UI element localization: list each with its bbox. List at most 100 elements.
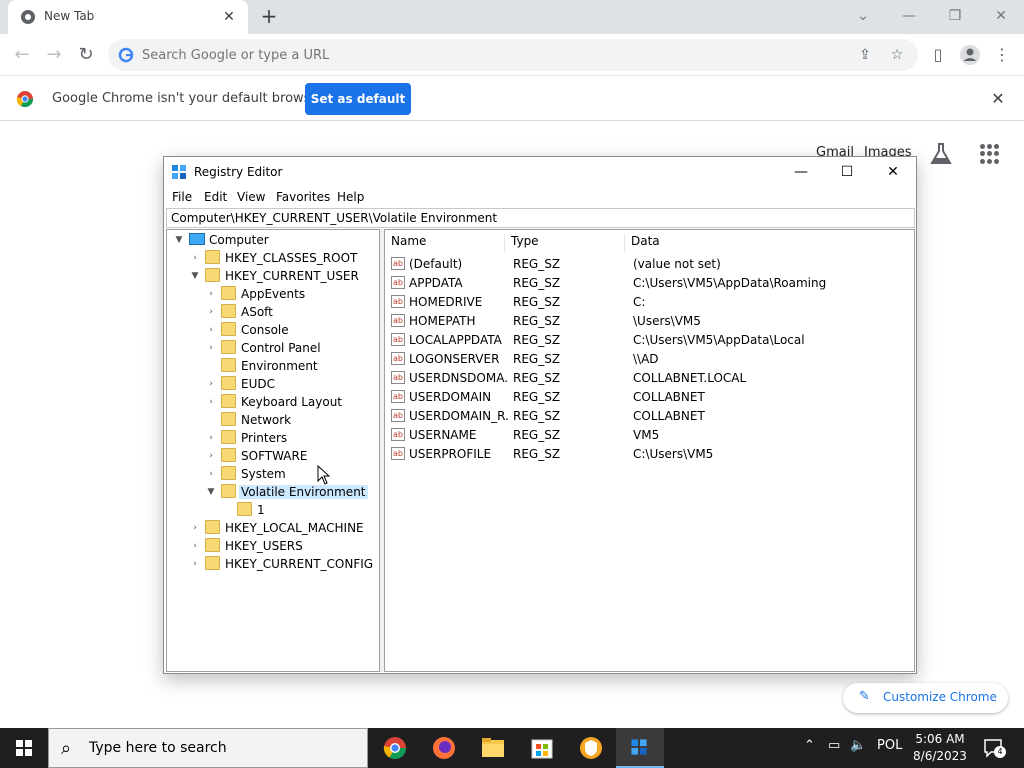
chevron-right-icon[interactable]: › <box>205 377 217 391</box>
menu-view[interactable]: View <box>237 190 265 204</box>
table-row[interactable]: ab LOCALAPPDATA REG_SZ C:\Users\VM5\AppD… <box>385 331 914 350</box>
chevron-right-icon[interactable]: › <box>189 557 201 571</box>
taskbar-search-box[interactable]: ⌕ Type here to search <box>48 728 368 768</box>
set-as-default-button[interactable]: Set as default <box>305 83 411 115</box>
taskbar-firefox-icon[interactable] <box>420 728 468 768</box>
chevron-right-icon[interactable]: › <box>189 539 201 553</box>
taskbar: ⌕ Type here to search ⌃ ▭ 🔈 POL 5:06 AM … <box>0 728 1024 768</box>
forward-icon[interactable]: → <box>42 43 66 67</box>
taskbar-store-icon[interactable] <box>518 728 566 768</box>
column-header-type[interactable]: Type <box>505 234 625 252</box>
close-window-button[interactable]: ✕ <box>981 4 1021 28</box>
string-value-icon: ab <box>391 390 405 403</box>
chevron-right-icon[interactable]: › <box>205 449 217 463</box>
table-row[interactable]: ab USERDOMAIN_R... REG_SZ COLLABNET <box>385 407 914 426</box>
table-row[interactable]: ab USERNAME REG_SZ VM5 <box>385 426 914 445</box>
chevron-right-icon[interactable]: › <box>205 287 217 301</box>
new-tab-button[interactable]: + <box>258 6 280 28</box>
show-hidden-icons-chevron-icon[interactable]: ⌃ <box>804 738 815 753</box>
table-row[interactable]: ab USERDOMAIN REG_SZ COLLABNET <box>385 388 914 407</box>
side-panel-icon[interactable]: ▯ <box>926 43 950 67</box>
string-value-icon: ab <box>391 257 405 270</box>
reg-titlebar[interactable]: Registry Editor — ☐ ✕ <box>164 157 916 187</box>
reg-window-title: Registry Editor <box>194 165 283 179</box>
menu-help[interactable]: Help <box>337 190 364 204</box>
taskbar-chrome-icon[interactable] <box>371 728 419 768</box>
folder-icon <box>205 250 220 264</box>
close-icon[interactable]: ✕ <box>218 6 240 28</box>
chrome-icon <box>21 10 35 24</box>
apps-grid-icon[interactable] <box>980 144 1000 164</box>
registry-editor-icon <box>172 165 186 179</box>
folder-icon <box>205 556 220 570</box>
table-row[interactable]: ab USERPROFILE REG_SZ C:\Users\VM5 <box>385 445 914 464</box>
registry-tree: ▼ Computer › HKEY_CLASSES_ROOT ▼ HKEY_CU… <box>166 229 380 672</box>
omnibox-input[interactable] <box>142 45 842 65</box>
google-icon <box>118 47 134 63</box>
folder-icon <box>221 430 236 444</box>
chevron-right-icon[interactable]: › <box>189 251 201 265</box>
chevron-right-icon[interactable]: › <box>205 395 217 409</box>
search-icon: ⌕ <box>61 738 72 759</box>
volume-icon[interactable]: 🔈 <box>850 738 866 753</box>
reg-close-button[interactable]: ✕ <box>870 157 916 187</box>
column-header-data[interactable]: Data <box>625 234 905 252</box>
close-icon[interactable]: ✕ <box>988 89 1008 109</box>
chevron-right-icon[interactable]: › <box>189 521 201 535</box>
chevron-down-icon[interactable]: ▼ <box>173 233 185 247</box>
chevron-down-icon[interactable]: ▼ <box>189 269 201 283</box>
reg-minimize-button[interactable]: — <box>778 157 824 187</box>
network-icon[interactable]: ▭ <box>828 738 840 753</box>
notification-center-icon[interactable]: 4 <box>982 736 1006 760</box>
computer-icon <box>189 233 205 245</box>
tab-search-icon[interactable]: ⌄ <box>843 4 883 28</box>
chevron-right-icon[interactable]: › <box>205 341 217 355</box>
folder-icon <box>237 502 252 516</box>
table-row[interactable]: ab LOGONSERVER REG_SZ \\AD <box>385 350 914 369</box>
windows-start-icon[interactable] <box>0 728 48 768</box>
menu-favorites[interactable]: Favorites <box>276 190 330 204</box>
tab-new-tab[interactable]: New Tab ✕ <box>8 0 248 34</box>
column-header-name[interactable]: Name <box>385 234 505 252</box>
minimize-button[interactable]: — <box>889 4 929 28</box>
labs-flask-icon[interactable] <box>930 142 952 166</box>
tab-title: New Tab <box>44 9 95 23</box>
reload-icon[interactable]: ↻ <box>74 43 98 67</box>
omnibox[interactable]: ⇪ ☆ <box>108 39 918 71</box>
chevron-down-icon[interactable]: ▼ <box>205 485 217 499</box>
taskbar-file-explorer-icon[interactable] <box>469 728 517 768</box>
restore-button[interactable]: ❐ <box>935 4 975 28</box>
table-row[interactable]: ab (Default) REG_SZ (value not set) <box>385 255 914 274</box>
folder-icon <box>221 448 236 462</box>
share-icon[interactable]: ⇪ <box>856 46 874 64</box>
taskbar-vpn-icon[interactable] <box>567 728 615 768</box>
folder-icon <box>221 466 236 480</box>
table-row[interactable]: ab APPDATA REG_SZ C:\Users\VM5\AppData\R… <box>385 274 914 293</box>
browser-toolbar: ← → ↻ ⇪ ☆ ▯ ⋮ <box>0 34 1024 76</box>
menu-file[interactable]: File <box>172 190 192 204</box>
folder-icon <box>221 340 236 354</box>
reg-address-bar[interactable]: Computer\HKEY_CURRENT_USER\Volatile Envi… <box>166 208 915 228</box>
string-value-icon: ab <box>391 314 405 327</box>
customize-chrome-button[interactable]: ✎ Customize Chrome <box>843 683 1008 713</box>
table-row[interactable]: ab HOMEPATH REG_SZ \Users\VM5 <box>385 312 914 331</box>
menu-edit[interactable]: Edit <box>204 190 227 204</box>
chevron-right-icon[interactable]: › <box>205 467 217 481</box>
table-row[interactable]: ab HOMEDRIVE REG_SZ C: <box>385 293 914 312</box>
folder-icon <box>221 304 236 318</box>
chevron-right-icon[interactable]: › <box>205 323 217 337</box>
taskbar-clock[interactable]: 5:06 AM 8/6/2023 <box>908 731 972 765</box>
more-menu-icon[interactable]: ⋮ <box>990 43 1014 67</box>
profile-avatar-icon[interactable] <box>958 43 982 67</box>
string-value-icon: ab <box>391 371 405 384</box>
taskbar-registry-editor-icon[interactable] <box>616 728 664 768</box>
reg-maximize-button[interactable]: ☐ <box>824 157 870 187</box>
language-indicator[interactable]: POL <box>877 738 902 753</box>
star-icon[interactable]: ☆ <box>888 46 906 64</box>
back-icon[interactable]: ← <box>10 43 34 67</box>
table-row[interactable]: ab USERDNSDOMA... REG_SZ COLLABNET.LOCAL <box>385 369 914 388</box>
chevron-right-icon[interactable]: › <box>205 305 217 319</box>
string-value-icon: ab <box>391 447 405 460</box>
chevron-right-icon[interactable]: › <box>205 431 217 445</box>
default-browser-infobar: Google Chrome isn't your default browser… <box>0 77 1024 121</box>
